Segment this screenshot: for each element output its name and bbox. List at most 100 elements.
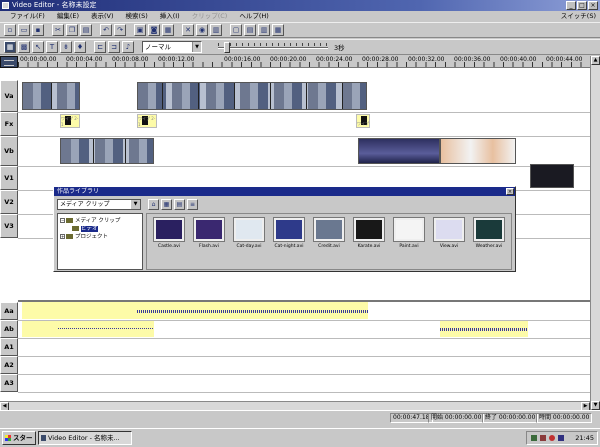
media-icon[interactable]: ▦ xyxy=(162,24,174,36)
copy-icon[interactable]: ❐ xyxy=(66,24,78,36)
track-label-v2[interactable]: V2 xyxy=(0,190,18,214)
film-strip-icon[interactable]: ▦ xyxy=(4,41,16,53)
track-header-toggle-icon[interactable] xyxy=(0,56,18,68)
new-file-icon[interactable]: ▫ xyxy=(4,24,16,36)
maximize-icon[interactable]: □ xyxy=(577,1,587,10)
details-view-icon[interactable]: ≡ xyxy=(187,199,198,210)
track-label-a3[interactable]: A3 xyxy=(0,374,18,392)
close-icon[interactable]: × xyxy=(588,1,598,10)
scroll-down-icon[interactable]: ▼ xyxy=(591,401,600,410)
save-icon[interactable]: ▪ xyxy=(32,24,44,36)
track-label-a1[interactable]: A1 xyxy=(0,338,18,356)
audio-clip[interactable] xyxy=(22,302,368,319)
import-icon[interactable]: ▣ xyxy=(134,24,146,36)
video-clip[interactable] xyxy=(22,82,80,110)
preview-window-icon[interactable]: ▢ xyxy=(230,24,242,36)
app-icon[interactable] xyxy=(2,2,9,9)
trim-window-icon[interactable]: ▥ xyxy=(258,24,270,36)
expand-icon[interactable]: + xyxy=(60,234,65,239)
menu-help[interactable]: ヘルプ(H) xyxy=(233,11,274,22)
menu-edit[interactable]: 編集(E) xyxy=(51,11,85,22)
video-clip-karate[interactable] xyxy=(440,138,516,164)
library-thumbnail[interactable]: Cat-night.avi xyxy=(271,217,307,249)
large-icons-icon[interactable]: ▦ xyxy=(161,199,172,210)
video-clip[interactable] xyxy=(137,82,367,110)
folder-up-icon[interactable]: ⌂ xyxy=(148,199,159,210)
library-thumbnail[interactable]: Paint.avi xyxy=(391,217,427,249)
track-label-v1[interactable]: V1 xyxy=(0,166,18,190)
track-label-ab[interactable]: Ab xyxy=(0,320,18,338)
capture-icon[interactable]: ◙ xyxy=(148,24,160,36)
cut-icon[interactable]: ✂ xyxy=(52,24,64,36)
video-clip-weather[interactable] xyxy=(530,164,574,188)
small-icons-icon[interactable]: ▤ xyxy=(174,199,185,210)
menu-view[interactable]: 表示(V) xyxy=(85,11,120,22)
video-clip-night[interactable] xyxy=(358,138,440,164)
track-label-aa[interactable]: Aa xyxy=(0,302,18,320)
library-thumbnail[interactable]: Flash.avi xyxy=(191,217,227,249)
transition-clip[interactable]: ワイプ xyxy=(356,114,370,128)
scroll-up-icon[interactable]: ▲ xyxy=(591,56,600,65)
audio-clip[interactable] xyxy=(440,321,528,337)
tree-node-video[interactable]: ビデオ xyxy=(72,224,98,232)
clip-frame xyxy=(125,139,126,163)
link-icon[interactable]: ⊐ xyxy=(108,41,120,53)
effects-window-icon[interactable]: ▦ xyxy=(272,24,284,36)
library-thumbnail[interactable]: View.avi xyxy=(431,217,467,249)
snap-icon[interactable]: ⊏ xyxy=(94,41,106,53)
menu-clip[interactable]: クリップ(C) xyxy=(186,11,234,22)
collapse-icon[interactable]: − xyxy=(60,218,65,223)
library-thumbnail[interactable]: Weather.avi xyxy=(471,217,507,249)
track-label-fx[interactable]: Fx xyxy=(0,112,18,136)
grid-icon[interactable]: ▩ xyxy=(18,41,30,53)
menu-search[interactable]: 検索(S) xyxy=(120,11,154,22)
minimize-icon[interactable]: _ xyxy=(566,1,576,10)
audio-tool-icon[interactable]: ♪ xyxy=(122,41,134,53)
track-label-a2[interactable]: A2 xyxy=(0,356,18,374)
taskbar-video-editor[interactable]: Video Editor - 名称未... xyxy=(38,431,132,445)
horizontal-scrollbar[interactable]: ◀ ▶ xyxy=(0,401,590,411)
export-icon[interactable]: ▥ xyxy=(210,24,222,36)
library-thumbnail[interactable]: Credit.avi xyxy=(311,217,347,249)
network-icon[interactable] xyxy=(531,435,537,441)
alert-icon[interactable] xyxy=(549,435,555,441)
split-icon[interactable]: ⇟ xyxy=(60,41,72,53)
delete-icon[interactable]: ✕ xyxy=(182,24,194,36)
undo-icon[interactable]: ↶ xyxy=(100,24,112,36)
library-thumbnail[interactable]: Castle.avi xyxy=(151,217,187,249)
menu-file[interactable]: ファイル(F) xyxy=(4,11,51,22)
record-icon[interactable]: ◉ xyxy=(196,24,208,36)
volume-icon[interactable] xyxy=(540,435,546,441)
library-thumbnail[interactable]: Karate.avi xyxy=(351,217,387,249)
tree-node-project[interactable]: + プロジェクト xyxy=(60,232,108,240)
close-icon[interactable]: × xyxy=(506,188,514,195)
start-button[interactable]: スタート xyxy=(2,431,36,447)
text-tool-icon[interactable]: T xyxy=(46,41,58,53)
transition-clip[interactable]: ワイプ 2-1 xyxy=(137,114,157,128)
production-library-window[interactable]: 作品ライブラリ × メディア クリップ ▼ ⌂ ▦ ▤ ≡ − メディア クリップ… xyxy=(53,186,516,272)
app-tray-icon[interactable] xyxy=(558,435,564,441)
redo-icon[interactable]: ↷ xyxy=(114,24,126,36)
paste-icon[interactable]: ▤ xyxy=(80,24,92,36)
library-thumbnail[interactable]: Cat-day.avi xyxy=(231,217,267,249)
tree-node-media-clips[interactable]: − メディア クリップ xyxy=(60,216,120,224)
timeline-ruler[interactable]: 00:00:00.00 00:00:04.00 00:00:08.00 00:0… xyxy=(0,56,600,68)
track-label-vb[interactable]: Vb xyxy=(0,136,18,166)
library-window-icon[interactable]: ▤ xyxy=(244,24,256,36)
audio-clip[interactable] xyxy=(22,321,154,337)
marker-icon[interactable]: ♦ xyxy=(74,41,86,53)
menu-switch[interactable]: スイッチ(S) xyxy=(561,11,596,22)
transition-clip[interactable]: ワイプ 2-1 xyxy=(60,114,80,128)
vertical-scrollbar[interactable]: ▲ ▼ xyxy=(590,56,600,410)
mode-select[interactable]: ノーマル ▼ xyxy=(142,41,202,53)
open-file-icon[interactable]: ▭ xyxy=(18,24,30,36)
track-label-va[interactable]: Va xyxy=(0,80,18,112)
select-icon[interactable]: ↖ xyxy=(32,41,44,53)
video-clip[interactable] xyxy=(60,138,154,164)
zoom-slider[interactable] xyxy=(218,41,328,53)
track-label-v3[interactable]: V3 xyxy=(0,214,18,238)
menu-insert[interactable]: 挿入(I) xyxy=(154,11,186,22)
zoom-slider-thumb[interactable] xyxy=(224,42,230,53)
library-category-select[interactable]: メディア クリップ ▼ xyxy=(57,199,141,210)
library-title-bar[interactable]: 作品ライブラリ × xyxy=(54,187,515,196)
